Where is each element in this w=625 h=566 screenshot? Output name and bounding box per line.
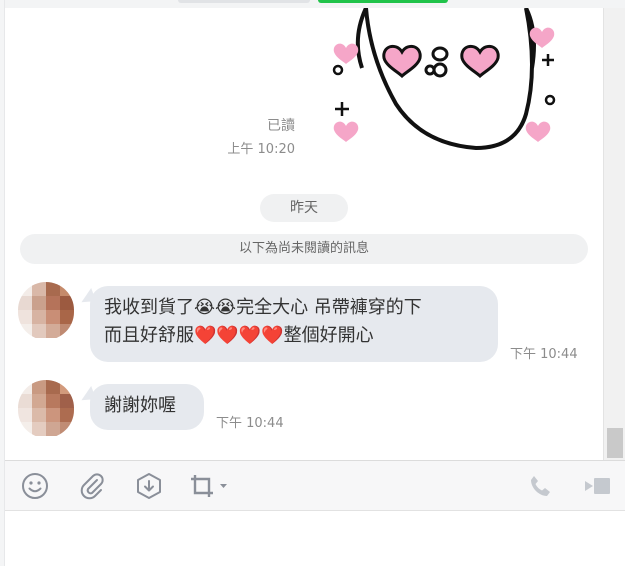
chat-window: 已讀 上午 10:20 昨天 以下為尚未閱讀的訊息 我收到貨了😭😭完全大心 吊帶… <box>0 0 625 566</box>
avatar[interactable] <box>18 282 74 340</box>
top-gray-button[interactable] <box>178 0 310 3</box>
video-call-icon[interactable] <box>581 471 615 501</box>
read-status: 已讀 <box>267 118 295 134</box>
bunny-sticker[interactable] <box>326 8 558 152</box>
date-divider: 昨天 <box>260 194 348 222</box>
message-text-line: 而且好舒服❤️❤️❤️❤️整個好開心 <box>104 325 374 346</box>
message-text-line: 我收到貨了😭😭完全大心 吊帶褲穿的下 <box>104 297 422 318</box>
unread-divider: 以下為尚未閱讀的訊息 <box>20 234 588 264</box>
top-green-button[interactable] <box>318 0 448 3</box>
attach-icon[interactable] <box>77 471 107 501</box>
call-icon[interactable] <box>525 471 555 501</box>
message-timestamp: 下午 10:44 <box>216 416 284 431</box>
message-input[interactable] <box>5 512 625 566</box>
emoji-icon[interactable] <box>20 471 50 501</box>
message-bubble[interactable]: 我收到貨了😭😭完全大心 吊帶褲穿的下 而且好舒服❤️❤️❤️❤️整個好開心 <box>90 286 498 362</box>
message-bubble[interactable]: 謝謝妳喔 <box>90 384 204 430</box>
avatar[interactable] <box>18 380 74 438</box>
message-timestamp: 下午 10:44 <box>510 347 578 362</box>
scrollbar[interactable] <box>603 8 625 460</box>
scroll-thumb[interactable] <box>607 428 623 458</box>
sticker-timestamp: 上午 10:20 <box>227 142 295 157</box>
top-strip <box>0 0 625 8</box>
message-text-line: 謝謝妳喔 <box>104 395 176 416</box>
keep-icon[interactable] <box>134 471 164 501</box>
screenshot-icon[interactable] <box>187 471 233 501</box>
composer-toolbar <box>5 461 625 511</box>
